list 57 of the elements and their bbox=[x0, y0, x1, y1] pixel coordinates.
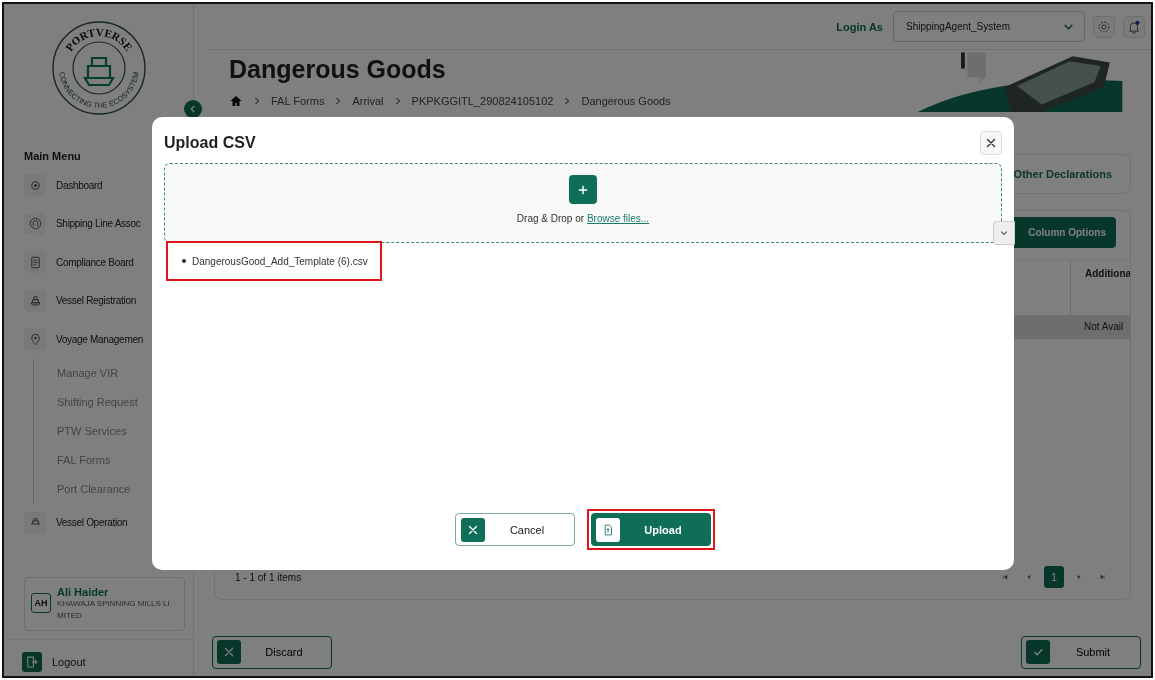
file-name: DangerousGood_Add_Template (6).csv bbox=[192, 255, 368, 267]
add-file-button[interactable] bbox=[569, 175, 597, 204]
bullet-icon bbox=[182, 259, 186, 263]
menu-item[interactable]: Compliance Board bbox=[24, 243, 193, 282]
first-page-icon bbox=[1001, 573, 1009, 581]
login-as-label: Login As bbox=[836, 20, 883, 33]
discard-button[interactable]: Discard bbox=[212, 635, 332, 669]
close-icon bbox=[984, 136, 998, 150]
menu-title: Main Menu bbox=[23, 150, 82, 162]
notifications-button[interactable] bbox=[1123, 15, 1145, 38]
settings-button[interactable] bbox=[1093, 15, 1115, 38]
home-icon[interactable] bbox=[229, 94, 243, 108]
role-value: ShippingAgent_System bbox=[906, 21, 1010, 32]
cancel-button[interactable]: Cancel bbox=[455, 513, 575, 546]
menu-item[interactable]: Vessel Registration bbox=[24, 281, 193, 320]
exit-icon bbox=[25, 655, 39, 669]
logout-icon[interactable] bbox=[22, 652, 42, 672]
menu-label: Vessel Operation bbox=[56, 517, 128, 529]
close-icon bbox=[222, 645, 236, 659]
page-title: Dangerous Goods bbox=[229, 55, 447, 84]
person-icon bbox=[27, 216, 43, 232]
last-page-icon bbox=[1099, 573, 1107, 581]
menu-item[interactable]: Vessel Operation bbox=[24, 503, 193, 542]
menu-label: Compliance Board bbox=[56, 256, 134, 268]
user-name: Ali Haider bbox=[57, 586, 110, 598]
previous-page-icon bbox=[1025, 573, 1033, 581]
tab[interactable]: Other Declarations bbox=[1013, 162, 1112, 186]
page-button[interactable]: 1 bbox=[1044, 566, 1064, 588]
dialog-title: Upload CSV bbox=[164, 134, 256, 152]
role-dropdown[interactable]: ShippingAgent_System bbox=[893, 11, 1085, 42]
menu-label: Voyage Managemen bbox=[56, 333, 143, 345]
menu-item[interactable]: Voyage Managemen bbox=[24, 320, 193, 359]
menu-label: Shipping Line Assoc bbox=[56, 218, 141, 230]
menu-label: Dashboard bbox=[56, 179, 103, 191]
table-cell-text: Not Avail bbox=[1083, 320, 1125, 334]
next-page-icon bbox=[1075, 573, 1083, 581]
bell-icon bbox=[1127, 19, 1141, 34]
breadcrumb-link[interactable]: FAL Forms bbox=[271, 95, 325, 107]
breadcrumb-link[interactable]: Arrival bbox=[352, 95, 384, 107]
browse-files-link[interactable]: Browse files... bbox=[586, 213, 650, 224]
dropdown-button[interactable] bbox=[993, 220, 1016, 245]
drop-instructions: Drag & Drop or Browse files... bbox=[516, 213, 650, 224]
upload-button[interactable]: Upload bbox=[591, 513, 711, 546]
submit-button[interactable]: Submit bbox=[1021, 635, 1141, 669]
logout-link[interactable]: Logout bbox=[52, 656, 86, 668]
settings-icon bbox=[1097, 19, 1111, 34]
ship-icon bbox=[27, 293, 43, 309]
menu-label: Vessel Registration bbox=[56, 295, 136, 307]
collapse-button[interactable] bbox=[184, 100, 202, 118]
breadcrumb-link[interactable]: PKPKGGITL_290824105102 bbox=[411, 95, 554, 107]
chevron-right-icon bbox=[252, 96, 262, 106]
close-button[interactable] bbox=[980, 131, 1002, 155]
drop-zone[interactable]: Drag & Drop or Browse files... bbox=[164, 163, 1002, 243]
user-organization: KHAWAJA SPINNING MILLS LIMITED bbox=[57, 598, 171, 622]
column-options-button[interactable]: Column Options bbox=[1014, 217, 1116, 248]
user-avatar: AH bbox=[31, 593, 51, 613]
pagination-summary: 1 - 1 of 1 items bbox=[235, 571, 302, 583]
